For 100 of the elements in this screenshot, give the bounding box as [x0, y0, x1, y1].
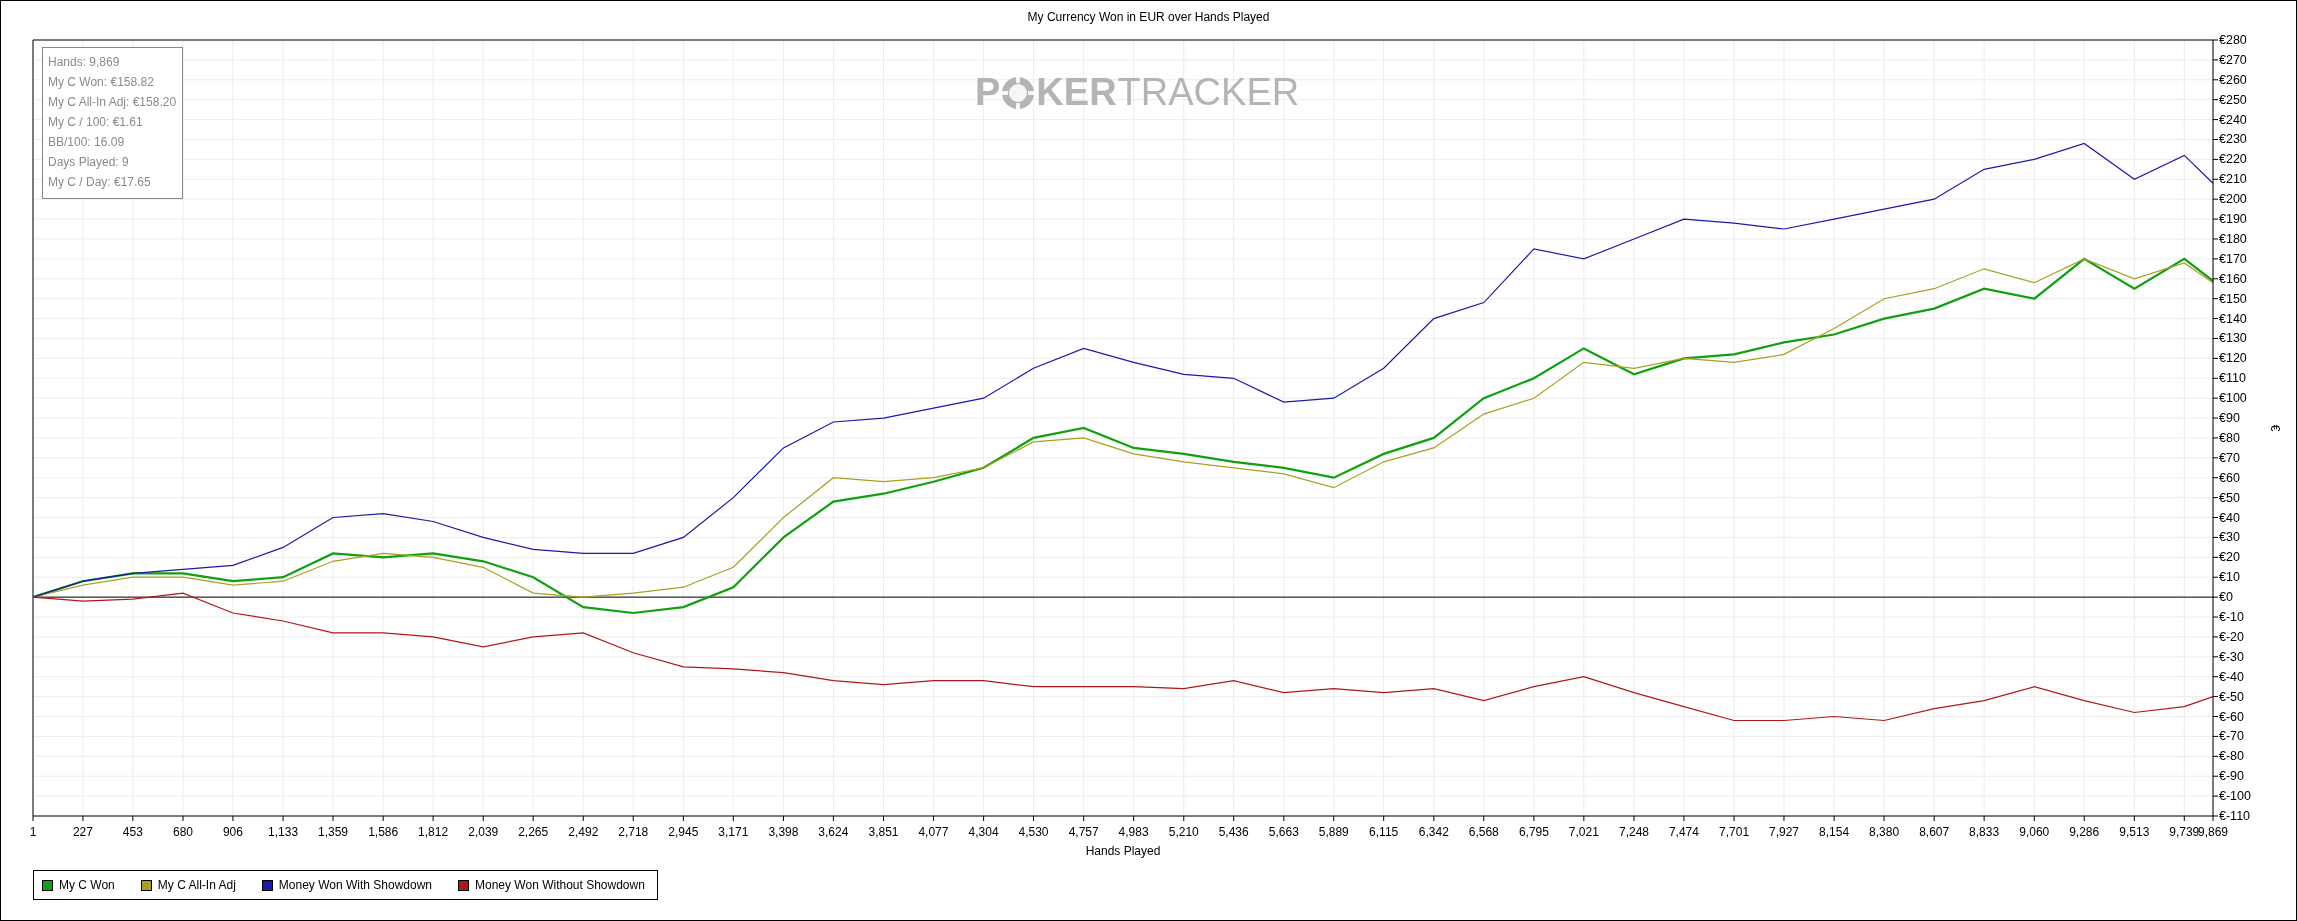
legend-label: My C All-In Adj: [157, 878, 236, 892]
x-tick-label: 4,757: [1068, 825, 1099, 839]
x-tick-label: 6,795: [1518, 825, 1549, 839]
y-tick-label: €40: [2219, 510, 2240, 525]
stats-line: Hands: 9,869: [48, 54, 121, 71]
x-tick-label: 5,663: [1268, 825, 1299, 839]
y-tick-label: €150: [2219, 291, 2247, 306]
x-tick-label: 680: [173, 825, 193, 839]
x-axis-title: Hands Played: [1085, 844, 1161, 858]
x-tick-label: 7,701: [1719, 825, 1750, 839]
x-tick-label: 5,889: [1318, 825, 1349, 839]
y-tick-label: €190: [2219, 212, 2247, 227]
x-tick-label: 1,359: [318, 825, 348, 839]
stats-line: BB/100: 16.09: [48, 134, 126, 151]
y-tick-label: €-90: [2219, 769, 2245, 784]
x-tick-label: 2,039: [468, 825, 499, 839]
x-tick-label: 3,171: [718, 825, 749, 839]
x-tick-label: 2,265: [518, 825, 549, 839]
y-tick-label: €210: [2219, 172, 2247, 187]
x-tick-label: 1: [29, 825, 37, 839]
x-tick-label: 8,154: [1819, 825, 1850, 839]
y-tick-label: €180: [2219, 231, 2247, 246]
legend-label: Money Won With Showdown: [278, 878, 432, 892]
y-tick-label: €-40: [2219, 669, 2245, 684]
y-tick-label: €230: [2219, 132, 2247, 147]
y-tick-label: €250: [2219, 92, 2247, 107]
x-tick-label: 8,607: [1919, 825, 1950, 839]
y-tick-label: €-50: [2219, 689, 2245, 704]
logo-text: TRACKER: [1117, 71, 1300, 114]
y-tick-label: €140: [2219, 311, 2247, 326]
x-tick-label: 6,115: [1369, 825, 1399, 839]
x-tick-label: 9,060: [2019, 825, 2050, 839]
x-tick-label: 5,436: [1218, 825, 1249, 839]
y-tick-label: €80: [2219, 430, 2240, 445]
logo-text: P: [975, 71, 1001, 114]
x-tick-label: 1,586: [368, 825, 399, 839]
x-tick-label: 227: [72, 825, 93, 839]
x-tick-label: 2,492: [568, 825, 599, 839]
y-tick-label: €100: [2219, 391, 2247, 406]
x-tick-label: 4,530: [1018, 825, 1049, 839]
x-tick-label: 4,983: [1118, 825, 1149, 839]
stats-line: My C Won: €158.82: [48, 74, 155, 91]
x-tick-label: 9,286: [2069, 825, 2100, 839]
y-tick-label: €220: [2219, 152, 2247, 167]
logo-text: KER: [1036, 71, 1117, 114]
y-tick-label: €0: [2219, 590, 2233, 605]
y-tick-label: €110: [2219, 371, 2246, 386]
y-tick-label: €60: [2219, 470, 2240, 485]
x-tick-label: 6,342: [1418, 825, 1449, 839]
x-tick-label: 1,133: [268, 825, 299, 839]
y-tick-label: €30: [2219, 530, 2240, 545]
y-tick-label: €160: [2219, 271, 2247, 286]
x-tick-label: 2,718: [618, 825, 649, 839]
y-tick-label: €-10: [2219, 610, 2245, 625]
y-tick-label: €200: [2219, 192, 2247, 207]
chart-title: My Currency Won in EUR over Hands Played: [1026, 8, 1271, 26]
y-tick-label: €-60: [2219, 709, 2245, 724]
x-tick-label: 4,077: [918, 825, 949, 839]
x-tick-label: 906: [222, 825, 243, 839]
x-tick-label: 7,927: [1768, 825, 1799, 839]
y-tick-label: €-70: [2219, 729, 2245, 744]
y-tick-label: €20: [2219, 550, 2240, 565]
x-tick-label: 8,833: [1969, 825, 2000, 839]
x-tick-label: 6,568: [1468, 825, 1499, 839]
x-tick-label: 9,513: [2119, 825, 2150, 839]
y-tick-label: €10: [2219, 570, 2240, 585]
x-tick-label: 5,210: [1168, 825, 1199, 839]
y-tick-label: €170: [2219, 251, 2247, 266]
legend-label: My C Won: [59, 878, 115, 892]
y-tick-label: €90: [2219, 411, 2240, 426]
x-tick-label: 453: [122, 825, 143, 839]
x-tick-label: 7,021: [1568, 825, 1599, 839]
y-tick-label: €270: [2219, 52, 2247, 67]
y-tick-label: €-110: [2219, 809, 2251, 823]
x-tick-label: 3,624: [818, 825, 849, 839]
x-tick-label: 2,945: [668, 825, 699, 839]
y-axis-title: €: [2268, 424, 2282, 432]
x-tick-label: 8,380: [1869, 825, 1900, 839]
stats-line: My C All-In Adj: €158.20: [48, 94, 177, 111]
y-tick-label: €120: [2219, 351, 2247, 366]
x-tick-label: 4,304: [968, 825, 999, 839]
legend-label: Money Won Without Showdown: [475, 878, 645, 892]
x-tick-label: 7,474: [1668, 825, 1699, 839]
x-tick-label: 3,851: [868, 825, 899, 839]
y-tick-label: €260: [2219, 72, 2247, 87]
stats-line: Days Played: 9: [48, 154, 130, 171]
y-tick-label: €-30: [2219, 649, 2245, 664]
y-tick-label: €130: [2219, 331, 2247, 346]
x-tick-label: 9,869: [2198, 825, 2228, 839]
x-tick-label: 9,739: [2169, 825, 2200, 839]
y-tick-label: €50: [2219, 490, 2240, 505]
y-tick-label: €70: [2219, 450, 2240, 465]
stats-line: My C / 100: €1.61: [48, 114, 144, 131]
x-tick-label: 1,812: [418, 825, 449, 839]
y-tick-label: €-20: [2219, 629, 2245, 644]
x-tick-label: 7,248: [1618, 825, 1649, 839]
x-tick-label: 3,398: [768, 825, 799, 839]
y-tick-label: €280: [2219, 33, 2247, 47]
stats-line: My C / Day: €17.65: [48, 174, 152, 191]
y-tick-label: €240: [2219, 112, 2247, 127]
